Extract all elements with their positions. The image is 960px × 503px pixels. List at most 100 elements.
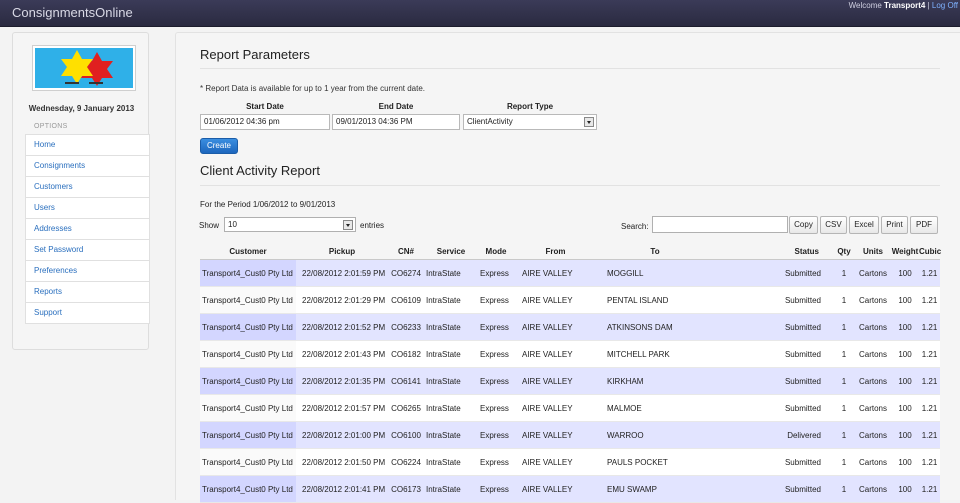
cell-service: IntraState bbox=[424, 367, 478, 395]
dropdown-arrow-icon[interactable] bbox=[343, 220, 353, 230]
report-type-label: Report Type bbox=[506, 102, 554, 111]
cell-from: AIRE VALLEY bbox=[514, 340, 597, 368]
cell-mode: Express bbox=[478, 259, 514, 287]
cell-from: AIRE VALLEY bbox=[514, 394, 597, 422]
cell-cn: CO6233 bbox=[388, 313, 424, 341]
cell-qty: 1 bbox=[833, 367, 855, 395]
cell-status: Submitted bbox=[713, 448, 833, 476]
search-input[interactable] bbox=[652, 216, 788, 233]
column-header-status[interactable]: Status bbox=[713, 243, 833, 260]
current-date: Wednesday, 9 January 2013 bbox=[28, 104, 135, 113]
column-header-mode[interactable]: Mode bbox=[478, 243, 514, 260]
create-button[interactable]: Create bbox=[200, 138, 238, 154]
cell-cn: CO6173 bbox=[388, 475, 424, 503]
cell-cubic: 1.21 bbox=[919, 340, 940, 368]
cell-service: IntraState bbox=[424, 394, 478, 422]
table-row[interactable]: Transport4_Cust0 Pty Ltd 22/08/2012 2:01:… bbox=[200, 313, 940, 341]
report-parameters-heading: Report Parameters bbox=[200, 47, 310, 62]
table-row[interactable]: Transport4_Cust0 Pty Ltd 22/08/2012 2:01:… bbox=[200, 286, 940, 314]
column-header-qty[interactable]: Qty bbox=[833, 243, 855, 260]
cell-units: Cartons bbox=[855, 259, 891, 287]
copy-button[interactable]: Copy bbox=[789, 216, 818, 234]
cell-customer: Transport4_Cust0 Pty Ltd bbox=[200, 313, 296, 341]
cell-weight: 100 bbox=[891, 286, 919, 314]
column-header-service[interactable]: Service bbox=[424, 243, 478, 260]
company-logo bbox=[32, 45, 136, 91]
sidebar-item-home[interactable]: Home bbox=[25, 135, 150, 156]
cell-mode: Express bbox=[478, 313, 514, 341]
cell-qty: 1 bbox=[833, 448, 855, 476]
sidebar-item-support[interactable]: Support bbox=[25, 303, 150, 324]
excel-button[interactable]: Excel bbox=[849, 216, 879, 234]
start-date-field[interactable]: 01/06/2012 04:36 pm bbox=[200, 114, 330, 130]
cell-weight: 100 bbox=[891, 259, 919, 287]
table-row[interactable]: Transport4_Cust0 Pty Ltd 22/08/2012 2:01:… bbox=[200, 367, 940, 395]
sidebar-item-users[interactable]: Users bbox=[25, 198, 150, 219]
cell-units: Cartons bbox=[855, 394, 891, 422]
entries-per-page-select[interactable]: 10 bbox=[224, 217, 356, 232]
cell-units: Cartons bbox=[855, 448, 891, 476]
sidebar-item-reports[interactable]: Reports bbox=[25, 282, 150, 303]
column-header-units[interactable]: Units bbox=[855, 243, 891, 260]
column-header-cn[interactable]: CN# bbox=[388, 243, 424, 260]
column-header-weight[interactable]: Weight bbox=[891, 243, 919, 260]
table-row[interactable]: Transport4_Cust0 Pty Ltd 22/08/2012 2:01:… bbox=[200, 475, 940, 503]
sidebar-item-customers[interactable]: Customers bbox=[25, 177, 150, 198]
sidebar-item-consignments[interactable]: Consignments bbox=[25, 156, 150, 177]
table-row[interactable]: Transport4_Cust0 Pty Ltd 22/08/2012 2:01:… bbox=[200, 448, 940, 476]
cell-from: AIRE VALLEY bbox=[514, 259, 597, 287]
cell-qty: 1 bbox=[833, 259, 855, 287]
logout-link[interactable]: Log Off bbox=[932, 1, 958, 10]
cell-customer: Transport4_Cust0 Pty Ltd bbox=[200, 394, 296, 422]
column-header-cubic[interactable]: Cubic bbox=[919, 243, 941, 260]
cell-to: PAULS POCKET bbox=[597, 448, 713, 476]
cell-weight: 100 bbox=[891, 367, 919, 395]
column-header-from[interactable]: From bbox=[514, 243, 597, 260]
cell-mode: Express bbox=[478, 475, 514, 503]
cell-pickup: 22/08/2012 2:01:29 PM bbox=[296, 286, 388, 314]
cell-customer: Transport4_Cust0 Pty Ltd bbox=[200, 475, 296, 503]
cell-service: IntraState bbox=[424, 340, 478, 368]
cell-from: AIRE VALLEY bbox=[514, 421, 597, 449]
report-type-value: ClientActivity bbox=[467, 117, 513, 126]
cell-pickup: 22/08/2012 2:01:43 PM bbox=[296, 340, 388, 368]
cell-qty: 1 bbox=[833, 421, 855, 449]
sidebar-item-preferences[interactable]: Preferences bbox=[25, 261, 150, 282]
heading-divider bbox=[200, 68, 940, 69]
report-heading: Client Activity Report bbox=[200, 163, 320, 178]
cell-status: Submitted bbox=[713, 313, 833, 341]
cell-mode: Express bbox=[478, 448, 514, 476]
cell-to: PENTAL ISLAND bbox=[597, 286, 713, 314]
cell-weight: 100 bbox=[891, 448, 919, 476]
cell-cubic: 1.21 bbox=[919, 367, 940, 395]
app-brand[interactable]: ConsignmentsOnline bbox=[12, 5, 133, 20]
table-row[interactable]: Transport4_Cust0 Pty Ltd 22/08/2012 2:01:… bbox=[200, 421, 940, 449]
column-header-customer[interactable]: Customer bbox=[200, 243, 296, 260]
column-header-pickup[interactable]: Pickup bbox=[296, 243, 388, 260]
print-button[interactable]: Print bbox=[881, 216, 908, 234]
table-row[interactable]: Transport4_Cust0 Pty Ltd 22/08/2012 2:01:… bbox=[200, 259, 940, 287]
cell-service: IntraState bbox=[424, 448, 478, 476]
table-row[interactable]: Transport4_Cust0 Pty Ltd 22/08/2012 2:01:… bbox=[200, 394, 940, 422]
cell-units: Cartons bbox=[855, 475, 891, 503]
sidebar-item-addresses[interactable]: Addresses bbox=[25, 219, 150, 240]
table-row[interactable]: Transport4_Cust0 Pty Ltd 22/08/2012 2:01:… bbox=[200, 340, 940, 368]
entries-label: entries bbox=[360, 221, 385, 230]
cell-status: Submitted bbox=[713, 340, 833, 368]
star-logo-icon bbox=[35, 48, 133, 88]
sidebar-item-set-password[interactable]: Set Password bbox=[25, 240, 150, 261]
cell-service: IntraState bbox=[424, 286, 478, 314]
cell-status: Submitted bbox=[713, 394, 833, 422]
cell-from: AIRE VALLEY bbox=[514, 448, 597, 476]
cell-mode: Express bbox=[478, 421, 514, 449]
report-type-select[interactable]: ClientActivity bbox=[463, 114, 597, 130]
dropdown-arrow-icon[interactable] bbox=[584, 117, 594, 127]
cell-cn: CO6182 bbox=[388, 340, 424, 368]
pdf-button[interactable]: PDF bbox=[910, 216, 938, 234]
end-date-field[interactable]: 09/01/2013 04:36 PM bbox=[332, 114, 460, 130]
column-header-to[interactable]: To bbox=[597, 243, 713, 260]
cell-pickup: 22/08/2012 2:01:57 PM bbox=[296, 394, 388, 422]
cell-to: ATKINSONS DAM bbox=[597, 313, 713, 341]
cell-cubic: 1.21 bbox=[919, 286, 940, 314]
csv-button[interactable]: CSV bbox=[820, 216, 847, 234]
